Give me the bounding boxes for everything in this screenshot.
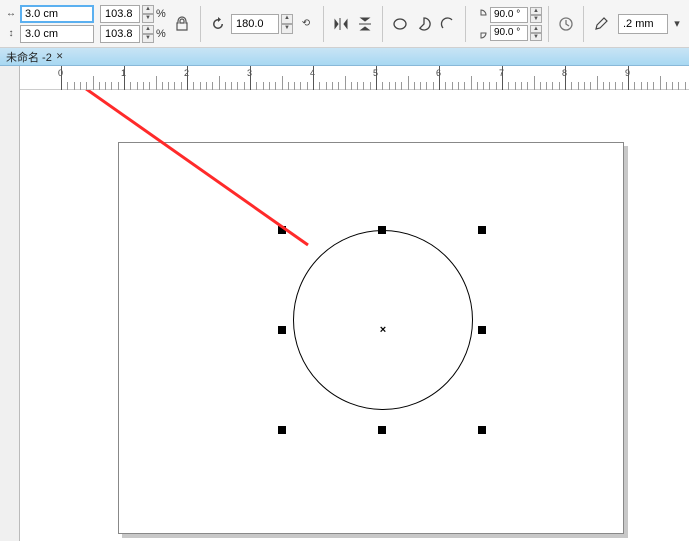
selection-handle-sw[interactable] <box>278 426 286 434</box>
separator <box>583 6 584 42</box>
outline-width-dropdown-icon[interactable]: ▾ <box>670 13 684 35</box>
ellipse-shape[interactable] <box>293 230 473 410</box>
selection-handle-w[interactable] <box>278 326 286 334</box>
property-bar: ↔ ↕ ▲▼ % ▲▼ % ▲▼ ⟲ <box>0 0 689 48</box>
mirror-horizontal-icon[interactable] <box>330 13 352 35</box>
pie-tool-icon[interactable] <box>413 13 435 35</box>
scale-y-spinner[interactable]: ▲▼ <box>142 25 154 43</box>
start-angle-spinner[interactable]: ▲▼ <box>530 7 542 23</box>
selection-handle-n[interactable] <box>378 226 386 234</box>
arc-angles-group: ▲▼ ▲▼ <box>474 7 542 41</box>
horizontal-ruler-area: 0123456789 <box>0 66 689 90</box>
height-icon: ↕ <box>4 27 18 41</box>
selection-handle-e[interactable] <box>478 326 486 334</box>
rotation-angle-input[interactable] <box>231 14 279 34</box>
ruler-origin-corner[interactable] <box>0 66 20 90</box>
end-angle-spinner[interactable]: ▲▼ <box>530 25 542 41</box>
document-tab-title[interactable]: 未命名 -2 <box>6 49 52 65</box>
ellipse-tool-icon[interactable] <box>389 13 411 35</box>
horizontal-ruler[interactable]: 0123456789 <box>20 66 689 90</box>
object-size-group: ↔ ↕ <box>4 3 94 45</box>
scale-x-spinner[interactable]: ▲▼ <box>142 5 154 23</box>
selection-handle-nw[interactable] <box>278 226 286 234</box>
object-height-input[interactable] <box>20 25 94 43</box>
arc-tool-icon[interactable] <box>437 13 459 35</box>
rotate-reset-icon[interactable]: ⟲ <box>295 13 317 35</box>
object-width-input[interactable] <box>20 5 94 23</box>
rotation-spinner[interactable]: ▲▼ <box>281 14 293 34</box>
separator <box>382 6 383 42</box>
lock-ratio-icon[interactable] <box>174 6 190 42</box>
scale-x-input[interactable] <box>100 5 140 23</box>
width-icon: ↔ <box>4 7 18 21</box>
percent-label: % <box>156 8 168 20</box>
separator <box>323 6 324 42</box>
close-tab-icon[interactable]: ✕ <box>56 51 64 62</box>
selection-center-marker[interactable]: × <box>380 324 386 336</box>
ellipse-object[interactable] <box>293 230 473 410</box>
outline-pen-icon[interactable] <box>590 13 612 35</box>
start-angle-icon <box>474 8 488 22</box>
mirror-vertical-icon[interactable] <box>354 13 376 35</box>
outline-width-input[interactable] <box>618 14 668 34</box>
scale-factor-group: ▲▼ % ▲▼ % <box>100 3 168 45</box>
end-angle-input[interactable] <box>490 25 528 41</box>
selection-handle-ne[interactable] <box>478 226 486 234</box>
selection-handle-s[interactable] <box>378 426 386 434</box>
selection-handle-se[interactable] <box>478 426 486 434</box>
document-tab-bar: 未命名 -2 ✕ <box>0 48 689 66</box>
scale-y-input[interactable] <box>100 25 140 43</box>
separator <box>200 6 201 42</box>
end-angle-icon <box>474 26 488 40</box>
swap-direction-icon[interactable] <box>555 13 577 35</box>
separator <box>548 6 549 42</box>
start-angle-input[interactable] <box>490 7 528 23</box>
percent-label: % <box>156 28 168 40</box>
separator <box>465 6 466 42</box>
drawing-canvas[interactable]: × <box>0 90 689 541</box>
rotate-ccw-icon[interactable] <box>207 13 229 35</box>
vertical-ruler[interactable] <box>0 90 20 541</box>
